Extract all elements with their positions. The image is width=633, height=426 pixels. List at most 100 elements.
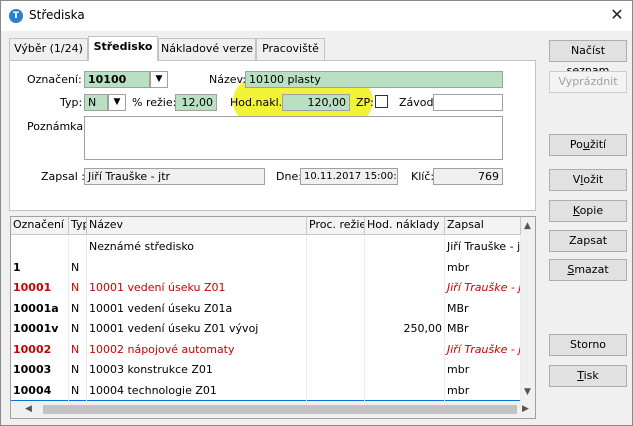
rezie-label: % režie: <box>132 96 177 109</box>
cell-proc-rezie <box>307 277 365 298</box>
cell-zapsal: mbr <box>445 379 521 401</box>
cell-zapsal: MBr <box>445 318 521 339</box>
tisk-button[interactable]: Tisk <box>549 365 627 387</box>
cell-typ: N <box>69 359 87 380</box>
poznamka-field[interactable] <box>84 116 503 160</box>
cell-oznaceni: 10001 <box>11 277 69 298</box>
cell-proc-rezie <box>307 318 365 339</box>
strediska-window: T Střediska ✕ Výběr (1/24) Středisko Nák… <box>0 0 633 426</box>
tab-pracoviste[interactable]: Pracoviště <box>256 38 325 60</box>
storno-button[interactable]: Storno <box>549 334 627 356</box>
zp-checkbox[interactable] <box>375 95 388 108</box>
cell-nazev: 10001 vedení úseku Z01 <box>87 277 307 298</box>
cell-proc-rezie <box>307 297 365 319</box>
column-header-nazev[interactable]: Název <box>87 217 307 235</box>
dne-label: Dne: <box>276 170 302 183</box>
cell-proc-rezie <box>307 359 365 380</box>
typ-dropdown-icon[interactable]: ▼ <box>108 94 126 111</box>
hodnakl-label: Hod.nakl.: <box>230 96 286 109</box>
vertical-scrollbar[interactable]: ▲ ▼ <box>521 217 535 401</box>
smazat-button[interactable]: Smazat <box>549 259 627 281</box>
klic-field: 769 <box>433 168 503 185</box>
vlozit-button[interactable]: Vložit <box>549 169 627 191</box>
table-row[interactable]: 10002 N 10002 nápojové automaty Jiří Traušk… <box>11 338 521 360</box>
tab-vyber[interactable]: Výběr (1/24) <box>9 38 88 60</box>
tab-stredisko[interactable]: Středisko <box>88 36 158 61</box>
table-row[interactable]: 1 Nmbr <box>11 256 521 278</box>
column-header-zapsal[interactable]: Zapsal <box>445 217 521 235</box>
kopie-button[interactable]: Kopie <box>549 200 627 222</box>
table-row[interactable]: 10001a N 10001 vedení úseku Z01a MBr <box>11 297 521 319</box>
cell-nazev: 10004 technologie Z01 <box>87 379 307 401</box>
oznaceni-field[interactable]: 10100 <box>84 71 150 88</box>
cell-hod-naklady <box>365 359 445 380</box>
cell-zapsal: Jiří Trauške - jtr <box>445 338 521 360</box>
cell-nazev: 10001 vedení úseku Z01 vývoj <box>87 318 307 339</box>
cell-nazev <box>87 256 307 278</box>
cell-oznaceni: 10001v <box>11 318 69 339</box>
strediska-grid: Označení ↓ Typ Název Proc. režie Hod. ná… <box>10 216 536 419</box>
table-row[interactable]: 10001 N 10001 vedení úseku Z01 Jiří Trauške… <box>11 277 521 298</box>
column-header-oznaceni[interactable]: Označení ↓ <box>11 217 69 235</box>
dne-field: 10.11.2017 15:00:00 <box>300 168 398 185</box>
column-header-typ[interactable]: Typ <box>69 217 87 235</box>
cell-zapsal: mbr <box>445 256 521 278</box>
table-row[interactable]: Neznámé středisko Jiří Trauške - jtr <box>11 236 521 257</box>
column-header-proc-rezie[interactable]: Proc. režie <box>307 217 365 235</box>
cell-nazev: Neznámé středisko <box>87 236 307 257</box>
horizontal-scrollbar[interactable]: ◀ ▶ <box>11 401 535 418</box>
title-bar: T Střediska ✕ <box>1 1 632 31</box>
cell-typ: N <box>69 297 87 319</box>
column-header-hod-naklady[interactable]: Hod. náklady <box>365 217 445 235</box>
oznaceni-dropdown-icon[interactable]: ▼ <box>150 71 168 88</box>
pouziti-button[interactable]: Použití <box>549 134 627 156</box>
cell-nazev: 10001 vedení úseku Z01a <box>87 297 307 319</box>
scroll-right-icon[interactable]: ▶ <box>522 404 529 414</box>
horizontal-scroll-thumb[interactable] <box>43 405 517 414</box>
cell-proc-rezie <box>307 256 365 278</box>
rezie-field[interactable]: 12,00 <box>175 94 217 111</box>
table-row[interactable]: 10004 N 10004 technologie Z01 mbr <box>11 379 521 401</box>
tab-nakladove-verze[interactable]: Nákladové verze <box>158 38 256 60</box>
cell-zapsal: Jiří Trauške - jtr <box>445 277 521 298</box>
typ-field[interactable]: N <box>84 94 108 111</box>
cell-typ: N <box>69 318 87 339</box>
poznamka-label: Poznámka: <box>27 120 87 133</box>
scroll-left-icon[interactable]: ◀ <box>25 404 32 414</box>
cell-hod-naklady <box>365 236 445 257</box>
zapsal-field: Jiří Trauške - jtr <box>84 168 265 185</box>
zavod-label: Závod: <box>399 96 438 109</box>
scroll-up-icon[interactable]: ▲ <box>524 221 531 231</box>
cell-hod-naklady <box>365 338 445 360</box>
cell-typ: N <box>69 338 87 360</box>
cell-typ: N <box>69 379 87 401</box>
nazev-field[interactable]: 10100 plasty <box>245 71 503 88</box>
zapsat-button[interactable]: Zapsat <box>549 230 627 252</box>
cell-hod-naklady: 250,00 <box>365 318 445 339</box>
cell-proc-rezie <box>307 338 365 360</box>
zp-label: ZP: <box>356 96 374 109</box>
cell-oznaceni: 10003 <box>11 359 69 380</box>
cell-zapsal: MBr <box>445 297 521 319</box>
scroll-down-icon[interactable]: ▼ <box>524 387 531 397</box>
cell-nazev: 10002 nápojové automaty <box>87 338 307 360</box>
cell-hod-naklady <box>365 379 445 401</box>
table-row[interactable]: 10001v N 10001 vedení úseku Z01 vývoj 250,0… <box>11 318 521 339</box>
typ-label: Typ: <box>60 96 83 109</box>
vyprazdnit-button[interactable]: Vyprázdnit <box>549 71 627 93</box>
nacist-seznam-button[interactable]: Načíst seznam <box>549 40 627 77</box>
cell-oznaceni: 10004 <box>11 379 69 401</box>
cell-oznaceni: 10002 <box>11 338 69 360</box>
cell-zapsal: Jiří Trauške - jtr <box>445 236 521 257</box>
cell-oznaceni: 10001a <box>11 297 69 319</box>
cell-hod-naklady <box>365 256 445 278</box>
hodnakl-field[interactable]: 120,00 <box>282 94 350 111</box>
table-row[interactable]: 10003 N 10003 konstrukce Z01 mbr <box>11 359 521 380</box>
cell-typ: N <box>69 256 87 278</box>
close-icon[interactable]: ✕ <box>607 5 627 25</box>
klic-label: Klíč: <box>411 170 435 183</box>
oznaceni-label: Označení: <box>27 73 82 86</box>
cell-oznaceni <box>11 236 69 257</box>
zavod-field[interactable] <box>433 94 503 111</box>
cell-hod-naklady <box>365 297 445 319</box>
